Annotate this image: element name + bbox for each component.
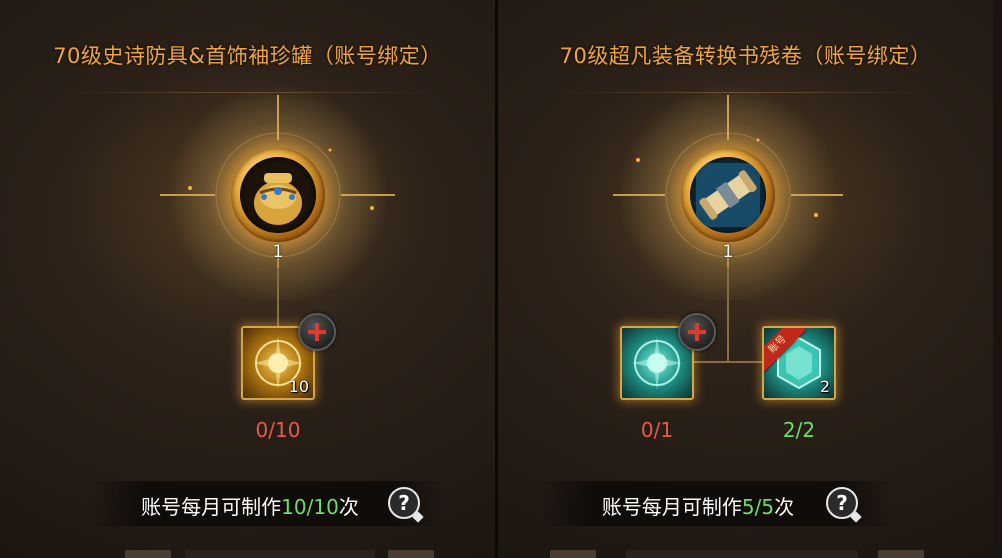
result-item-count: 1 — [722, 242, 734, 262]
recipe-title: 70级史诗防具&首饰袖珍罐（账号绑定） — [53, 44, 442, 68]
monthly-limit-bar: 账号每月可制作10/10次 ? — [90, 481, 445, 526]
help-icon[interactable]: ? — [388, 487, 424, 523]
bottom-control-left[interactable] — [550, 550, 596, 558]
plus-icon — [308, 323, 326, 341]
result-item-slot[interactable] — [231, 148, 325, 242]
help-icon[interactable]: ? — [826, 487, 862, 523]
treasure-jar-icon — [240, 157, 316, 233]
recipe-connector-line — [277, 268, 279, 326]
scroll-icon — [690, 157, 766, 233]
bottom-control-left[interactable] — [125, 550, 171, 558]
recipe-panel-jar: 70级史诗防具&首饰袖珍罐（账号绑定） 1 10 0/10 账号每月可制作10/… — [0, 0, 495, 558]
monthly-limit-text: 账号每月可制作10/10次 — [100, 491, 400, 520]
bottom-control-right[interactable] — [388, 550, 434, 558]
add-material-button[interactable] — [298, 313, 336, 351]
title-divider — [558, 92, 933, 93]
material-ratio: 0/10 — [255, 418, 301, 442]
bottom-control-right[interactable] — [878, 550, 924, 558]
recipe-connector-line — [694, 361, 762, 363]
plus-icon — [688, 323, 706, 341]
title-divider — [60, 92, 435, 93]
recipe-panel-scroll: 70级超凡装备转换书残卷（账号绑定） 1 0/1 账号 2 2/2 账号每月可制… — [498, 0, 993, 558]
material-ratio: 2/2 — [782, 418, 816, 442]
material-quantity: 2 — [819, 377, 830, 396]
monthly-limit-value: 5/5 — [741, 495, 775, 519]
monthly-limit-suffix: 次 — [774, 495, 795, 519]
monthly-limit-prefix: 账号每月可制作 — [601, 495, 742, 519]
monthly-limit-prefix: 账号每月可制作 — [141, 495, 282, 519]
add-material-button[interactable] — [678, 313, 716, 351]
material-quantity: 10 — [288, 377, 309, 396]
recipe-title: 70级超凡装备转换书残卷（账号绑定） — [559, 44, 932, 68]
material-slot-teal-crystal[interactable]: 账号 2 — [762, 326, 836, 400]
bottom-control-field[interactable] — [626, 550, 858, 558]
monthly-limit-text: 账号每月可制作5/5次 — [548, 491, 848, 520]
monthly-limit-suffix: 次 — [338, 495, 359, 519]
result-item-slot[interactable] — [681, 148, 775, 242]
material-ratio: 0/1 — [640, 418, 674, 442]
bottom-control-field[interactable] — [185, 550, 375, 558]
monthly-limit-value: 10/10 — [281, 495, 339, 519]
result-item-count: 1 — [272, 242, 284, 262]
monthly-limit-bar: 账号每月可制作5/5次 ? — [538, 481, 893, 526]
recipe-connector-line — [727, 268, 729, 362]
